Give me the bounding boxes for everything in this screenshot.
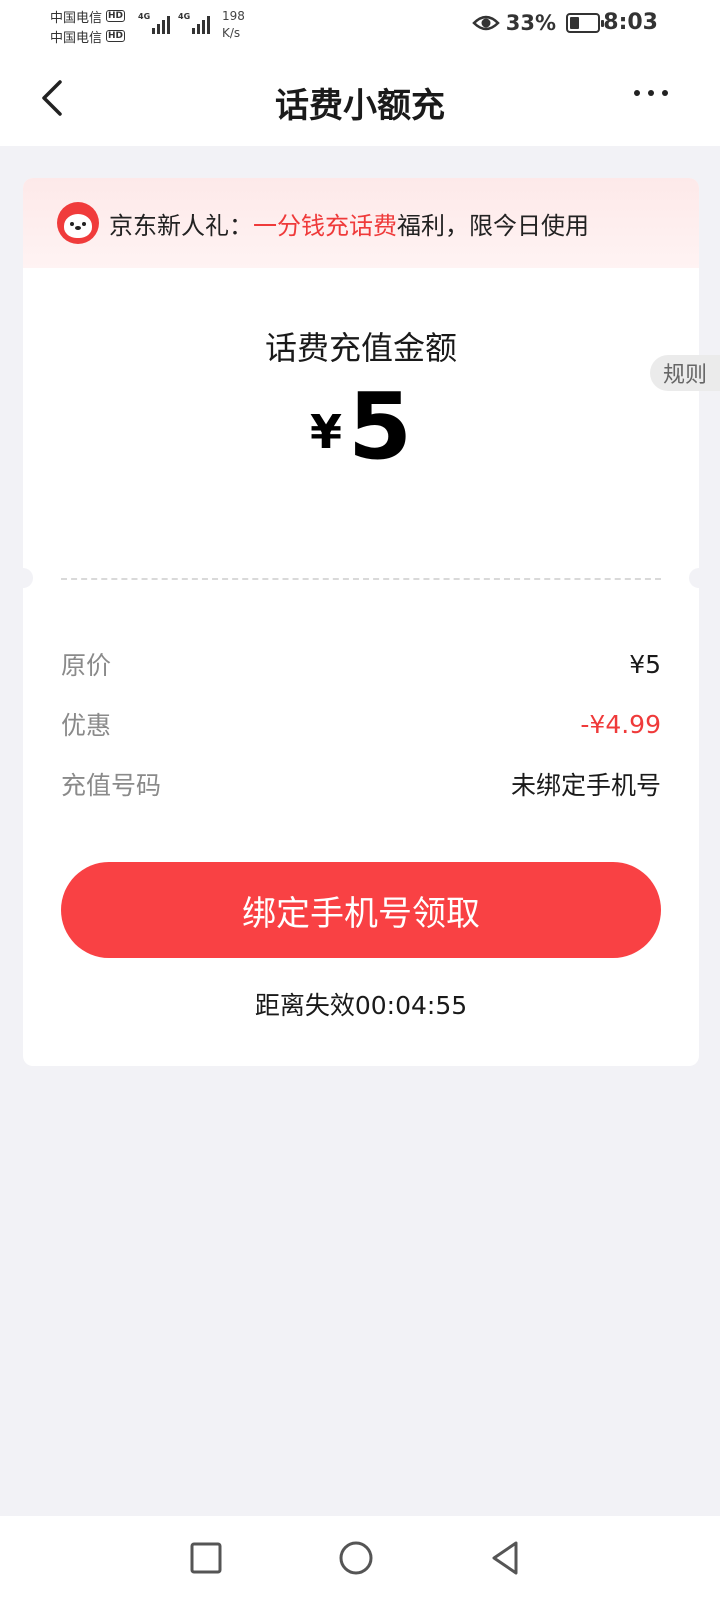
clock: 8:03 (603, 10, 658, 35)
signal-indicators: 4G 4G (138, 12, 210, 34)
more-dots-icon (634, 90, 640, 96)
detail-key: 优惠 (61, 711, 112, 740)
dashed-divider (61, 578, 661, 580)
recharge-card: 京东新人礼：一分钱充话费福利，限今日使用 话费充值金额 ¥5 原价 ¥5 优惠 … (13, 178, 709, 1066)
detail-row-original-price: 原价 ¥5 (61, 634, 661, 694)
promo-suffix: 福利，限今日使用 (397, 212, 589, 240)
system-nav-bar (0, 1516, 720, 1600)
eye-icon (471, 15, 500, 31)
battery-icon (566, 13, 604, 33)
signal-icon: 4G (178, 12, 210, 34)
network-speed: 198 K/s (222, 8, 245, 42)
recents-button[interactable] (186, 1538, 226, 1578)
triangle-back-icon (492, 1541, 518, 1575)
amount-value: 5 (348, 373, 413, 480)
carrier-line-1: 中国电信 HD (50, 6, 142, 26)
countdown-time: 00:04:55 (354, 991, 468, 1020)
home-button[interactable] (336, 1538, 376, 1578)
promo-text: 京东新人礼：一分钱充话费福利，限今日使用 (109, 206, 589, 241)
more-button[interactable] (634, 90, 668, 96)
status-right: 33% (471, 11, 604, 35)
amount-label: 话费充值金额 (264, 329, 457, 367)
page-title: 话费小额充 (275, 86, 445, 126)
carrier-info: 中国电信 HD 中国电信 HD (50, 6, 142, 46)
speed-value: 198 (222, 9, 245, 23)
hd-badge: HD (106, 10, 126, 22)
jd-mascot-icon (57, 202, 99, 244)
card-notch-right (689, 568, 709, 588)
nav-bar: 话费小额充 (0, 52, 720, 146)
carrier-name: 中国电信 (50, 30, 103, 46)
detail-value: 未绑定手机号 (510, 771, 661, 800)
status-bar: 中国电信 HD 中国电信 HD 4G 4G 198 K/s 33% 8:03 (0, 0, 720, 52)
expiry-countdown: 距离失效00:04:55 (23, 986, 699, 1022)
battery-percent: 33% (505, 11, 556, 35)
battery-fill (570, 17, 579, 29)
countdown-label: 距离失效 (254, 991, 355, 1020)
detail-value: ¥5 (629, 649, 661, 679)
hd-badge: HD (106, 30, 126, 42)
carrier-name: 中国电信 (50, 10, 103, 26)
speed-unit: K/s (222, 26, 241, 40)
system-back-button[interactable] (486, 1538, 526, 1578)
square-recents-icon (190, 1542, 222, 1574)
carrier-line-2: 中国电信 HD (50, 26, 142, 46)
promo-banner: 京东新人礼：一分钱充话费福利，限今日使用 (23, 178, 699, 268)
detail-row-phone[interactable]: 充值号码 未绑定手机号 (61, 754, 661, 814)
detail-value: -¥4.99 (580, 709, 661, 739)
network-type: 4G (178, 12, 191, 21)
promo-prefix: 京东新人礼： (109, 212, 253, 240)
rules-tab[interactable]: 规则 (650, 355, 720, 391)
detail-key: 原价 (61, 651, 112, 680)
currency-symbol: ¥ (309, 405, 342, 459)
bind-phone-claim-button[interactable]: 绑定手机号领取 (61, 862, 661, 958)
promo-highlight: 一分钱充话费 (253, 212, 397, 240)
detail-key: 充值号码 (61, 771, 162, 800)
detail-row-discount: 优惠 -¥4.99 (61, 694, 661, 754)
signal-icon: 4G (138, 12, 170, 34)
recharge-amount: ¥5 (23, 373, 699, 480)
network-type: 4G (138, 12, 151, 21)
circle-home-icon (339, 1541, 373, 1575)
price-details: 原价 ¥5 优惠 -¥4.99 充值号码 未绑定手机号 (61, 634, 661, 814)
card-notch-left (13, 568, 33, 588)
